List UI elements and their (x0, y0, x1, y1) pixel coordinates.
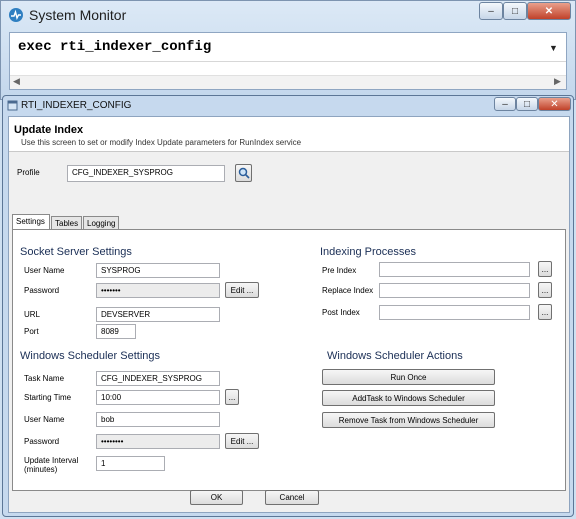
window-icon (7, 100, 18, 111)
update-interval-label: Update Interval (24, 456, 79, 465)
socket-user-label: User Name (24, 266, 65, 275)
cancel-button[interactable]: Cancel (265, 490, 319, 505)
dialog-header: Update Index Use this screen to set or m… (9, 117, 569, 152)
socket-password-label: Password (24, 286, 60, 295)
profile-label: Profile (17, 168, 40, 177)
scheduler-password-input: •••••••• (96, 434, 220, 449)
replace-index-browse-button[interactable]: ... (538, 282, 552, 298)
profile-input[interactable]: CFG_INDEXER_SYSPROG (67, 165, 225, 182)
divider (10, 61, 566, 62)
horizontal-scrollbar[interactable]: ◀ ▶ (10, 75, 566, 89)
pre-index-input[interactable] (379, 262, 530, 277)
task-name-input[interactable]: CFG_INDEXER_SYSPROG (96, 371, 220, 386)
url-label: URL (24, 310, 41, 319)
url-input[interactable]: DEVSERVER (96, 307, 220, 322)
run-once-button[interactable]: Run Once (322, 369, 495, 385)
post-index-browse-button[interactable]: ... (538, 304, 552, 320)
indexing-processes-heading: Indexing Processes (320, 246, 416, 258)
task-name-label: Task Name (24, 374, 65, 383)
scheduler-actions-heading: Windows Scheduler Actions (327, 350, 463, 362)
indexer-config-dialog: RTI_INDEXER_CONFIG – □ ✕ Update Index Us… (2, 95, 574, 517)
dialog-minimize-button[interactable]: – (494, 97, 516, 111)
header-description: Use this screen to set or modify Index U… (21, 138, 302, 147)
tab-logging[interactable]: Logging (83, 216, 119, 230)
system-monitor-window: System Monitor – □ ✕ exec rti_indexer_co… (0, 0, 576, 100)
scroll-left-icon[interactable]: ◀ (13, 76, 20, 87)
port-input[interactable]: 8089 (96, 324, 136, 339)
update-interval-unit: (minutes) (24, 465, 58, 474)
command-input[interactable]: exec rti_indexer_config (18, 39, 211, 55)
dialog-title: RTI_INDEXER_CONFIG (21, 100, 132, 111)
search-icon (238, 167, 250, 179)
port-label: Port (24, 327, 39, 336)
replace-index-label: Replace Index (322, 286, 374, 295)
starting-time-browse-button[interactable]: ... (225, 389, 239, 405)
window-title: System Monitor (29, 7, 127, 23)
monitor-app-icon (9, 8, 23, 22)
header-title: Update Index (14, 124, 84, 136)
replace-index-input[interactable] (379, 283, 530, 298)
minimize-button[interactable]: – (479, 2, 503, 20)
dialog-maximize-button[interactable]: □ (516, 97, 538, 111)
ok-button[interactable]: OK (190, 490, 243, 505)
maximize-button[interactable]: □ (503, 2, 527, 20)
pre-index-label: Pre Index (322, 266, 357, 275)
socket-password-input: ••••••• (96, 283, 220, 298)
post-index-input[interactable] (379, 305, 530, 320)
tab-tables[interactable]: Tables (51, 216, 82, 230)
pre-index-browse-button[interactable]: ... (538, 261, 552, 277)
settings-panel: Socket Server Settings User Name SYSPROG… (12, 229, 566, 491)
scheduler-edit-button[interactable]: Edit ... (225, 433, 259, 449)
search-button[interactable] (235, 164, 252, 182)
close-button[interactable]: ✕ (527, 2, 571, 20)
dialog-body: Update Index Use this screen to set or m… (8, 116, 570, 513)
scheduler-user-label: User Name (24, 415, 65, 424)
add-task-button[interactable]: AddTask to Windows Scheduler (322, 390, 495, 406)
command-box[interactable]: exec rti_indexer_config ▼ ◀ ▶ (9, 32, 567, 90)
starting-time-label: Starting Time (24, 393, 72, 402)
remove-task-button[interactable]: Remove Task from Windows Scheduler (322, 412, 495, 428)
starting-time-input[interactable]: 10:00 (96, 390, 220, 405)
chevron-down-icon[interactable]: ▼ (549, 43, 558, 53)
scroll-right-icon[interactable]: ▶ (554, 76, 561, 87)
socket-server-heading: Socket Server Settings (20, 246, 132, 258)
scheduler-password-label: Password (24, 437, 60, 446)
socket-user-input[interactable]: SYSPROG (96, 263, 220, 278)
post-index-label: Post Index (322, 308, 360, 317)
update-interval-input[interactable]: 1 (96, 456, 165, 471)
dialog-close-button[interactable]: ✕ (538, 97, 571, 111)
scheduler-settings-heading: Windows Scheduler Settings (20, 350, 161, 362)
scheduler-user-input[interactable]: bob (96, 412, 220, 427)
socket-edit-button[interactable]: Edit ... (225, 282, 259, 298)
